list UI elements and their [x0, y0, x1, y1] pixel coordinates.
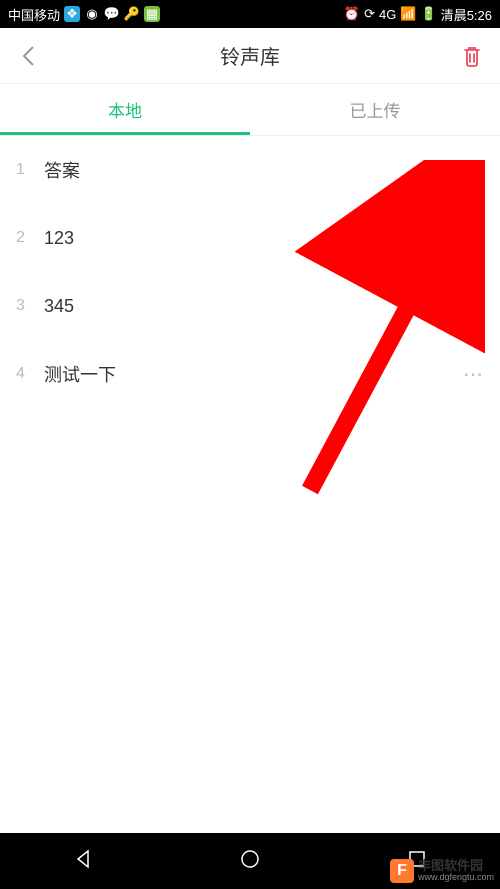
list-item[interactable]: 4 测试一下 ⋯ [0, 340, 500, 408]
list-item[interactable]: 2 123 ⋯ [0, 204, 500, 272]
key-icon: 🔑 [124, 6, 140, 22]
delete-button[interactable] [460, 44, 484, 68]
item-title: 测试一下 [44, 361, 454, 387]
list-item[interactable]: 3 345 ⋯ [0, 272, 500, 340]
signal-icon: 📶 [400, 6, 416, 22]
more-icon[interactable]: ⋯ [454, 294, 484, 319]
tab-local[interactable]: 本地 [0, 84, 250, 135]
item-index: 2 [16, 229, 44, 247]
nav-home-button[interactable] [239, 848, 261, 875]
record-icon: ◉ [84, 6, 100, 22]
app-icon-1: ❖ [64, 6, 80, 22]
list-item[interactable]: 1 答案 ⋯ [0, 136, 500, 204]
page-header: 铃声库 [0, 28, 500, 84]
time-label: 清晨5:26 [441, 5, 492, 24]
item-title: 345 [44, 296, 454, 317]
item-index: 1 [16, 161, 44, 179]
more-icon[interactable]: ⋯ [454, 158, 484, 183]
tab-uploaded[interactable]: 已上传 [250, 84, 500, 135]
item-title: 123 [44, 228, 454, 249]
back-button[interactable] [16, 44, 40, 68]
item-title: 答案 [44, 157, 454, 183]
item-index: 4 [16, 365, 44, 383]
nav-back-button[interactable] [72, 848, 94, 875]
status-left: 中国移动 ❖ ◉ 💬 🔑 ▦ [8, 5, 160, 24]
nav-recent-button[interactable] [406, 848, 428, 875]
tab-label: 本地 [108, 97, 142, 122]
more-icon[interactable]: ⋯ [454, 226, 484, 251]
tab-label: 已上传 [350, 97, 401, 122]
battery-icon: 🔋 [421, 6, 437, 22]
chat-icon: 💬 [104, 6, 120, 22]
network-label: 4G [379, 7, 396, 22]
page-title: 铃声库 [220, 41, 280, 70]
ringtone-list: 1 答案 ⋯ 2 123 ⋯ 3 345 ⋯ 4 测试一下 ⋯ [0, 136, 500, 408]
carrier-label: 中国移动 [8, 5, 60, 24]
tabs: 本地 已上传 [0, 84, 500, 136]
status-right: ⏰ ⟳ 4G 📶 🔋 清晨5:26 [344, 5, 492, 24]
sync-icon: ⟳ [364, 6, 375, 22]
status-bar: 中国移动 ❖ ◉ 💬 🔑 ▦ ⏰ ⟳ 4G 📶 🔋 清晨5:26 [0, 0, 500, 28]
more-icon[interactable]: ⋯ [454, 362, 484, 387]
android-nav-bar [0, 833, 500, 889]
item-index: 3 [16, 297, 44, 315]
alarm-icon: ⏰ [344, 6, 360, 22]
app-icon-2: ▦ [144, 6, 160, 22]
